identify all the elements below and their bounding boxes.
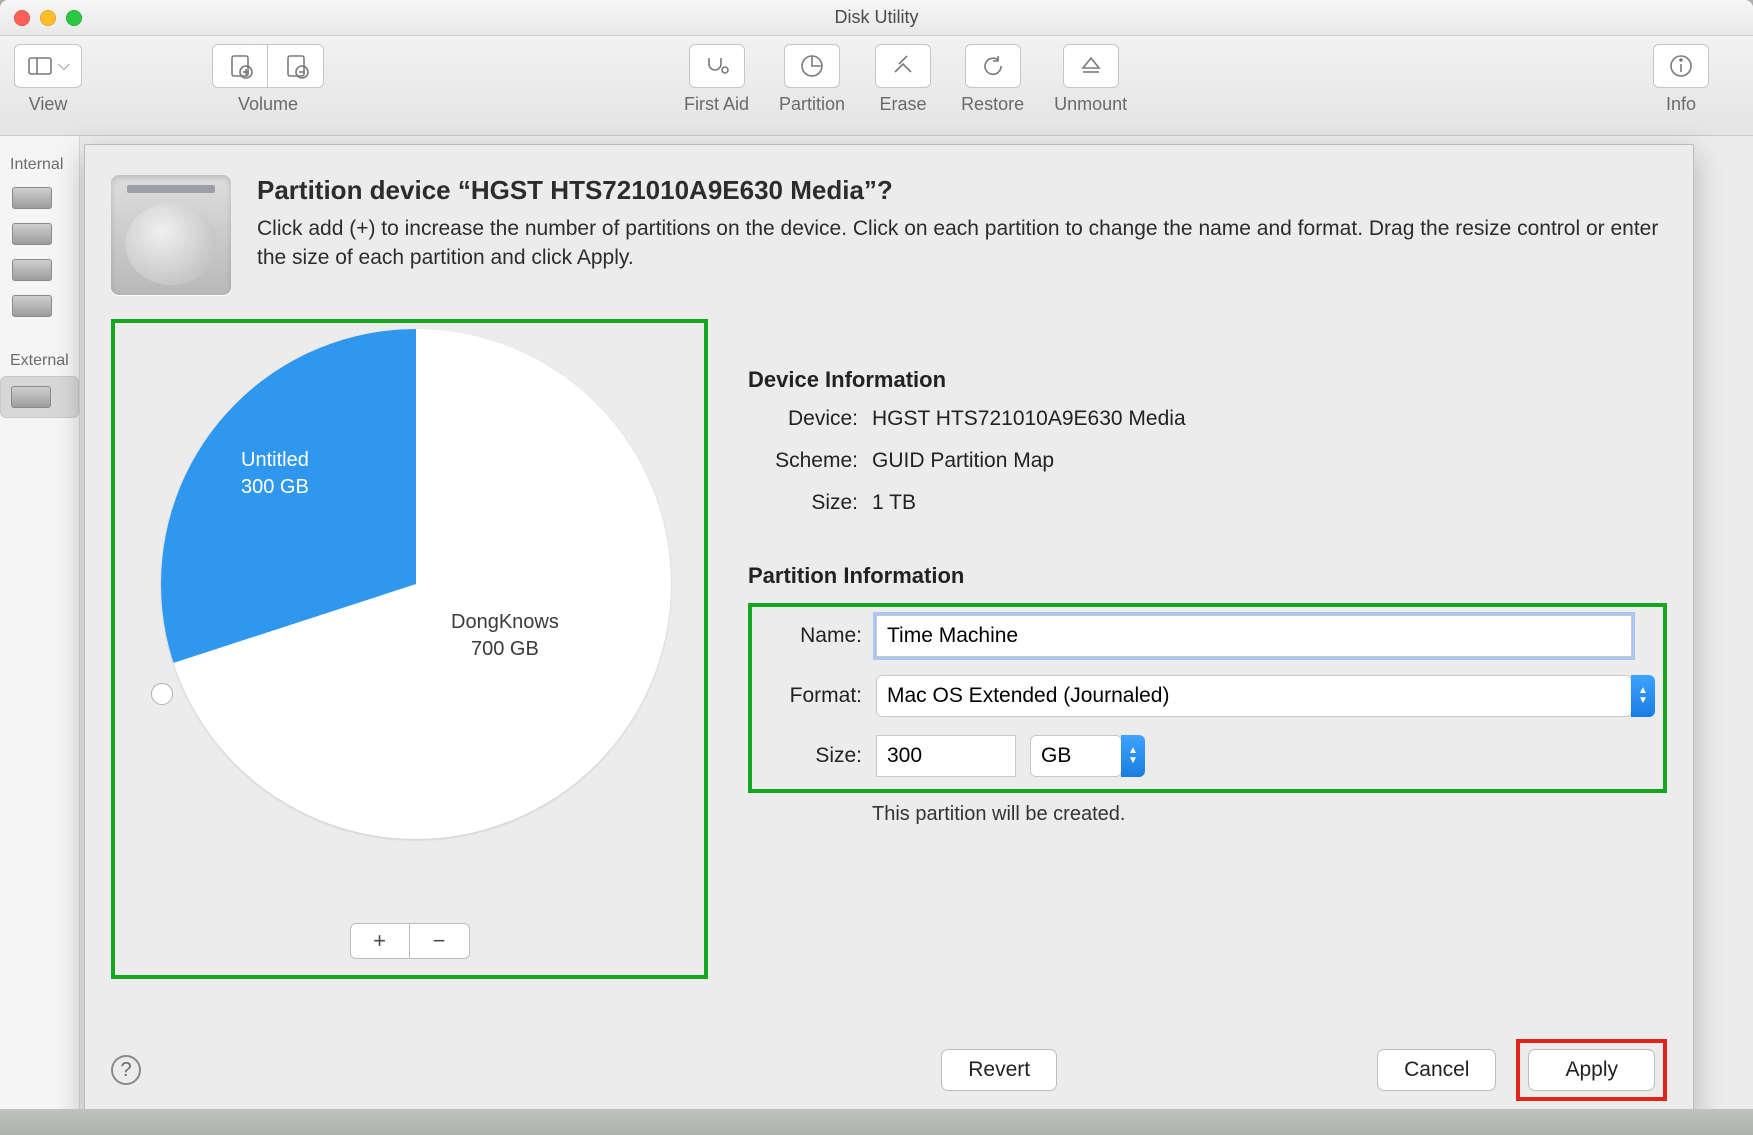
remove-partition-button[interactable]: − [410, 923, 470, 959]
pie-resize-handle[interactable] [151, 683, 173, 705]
chevron-updown-icon[interactable]: ▲▼ [1631, 675, 1655, 717]
sidebar-item-disk[interactable] [0, 252, 79, 288]
device-info-heading: Device Information [748, 367, 1667, 393]
sidebar-item-disk[interactable] [0, 288, 79, 324]
sidebar-item-disk[interactable] [0, 180, 79, 216]
disk-icon [12, 223, 52, 245]
info-label: Info [1666, 94, 1696, 115]
toolbar: ⌵ View Volume First Aid Partition [0, 36, 1753, 136]
window-title: Disk Utility [835, 7, 919, 28]
device-label: Device: [748, 407, 858, 431]
unmount-button[interactable] [1063, 44, 1119, 88]
titlebar: Disk Utility [0, 0, 1753, 36]
sidebar-item-disk[interactable] [0, 216, 79, 252]
format-value: Mac OS Extended (Journaled) [887, 684, 1169, 708]
partition-format-select[interactable]: Mac OS Extended (Journaled) [876, 675, 1632, 717]
desktop-background [0, 1109, 1753, 1135]
erase-button[interactable] [875, 44, 931, 88]
pie-icon [798, 52, 826, 80]
erase-icon [889, 52, 917, 80]
disk-utility-window: Disk Utility ⌵ View Volume [0, 0, 1753, 1135]
partition-pie[interactable]: Untitled300 GB DongKnows700 GB [161, 329, 671, 839]
hard-drive-icon [111, 175, 231, 295]
pie-label-untitled: Untitled300 GB [241, 447, 309, 501]
zoom-icon[interactable] [66, 10, 82, 26]
volume-remove-button[interactable] [268, 44, 324, 88]
info-icon [1667, 52, 1695, 80]
partition-sheet: Partition device “HGST HTS721010A9E630 M… [84, 144, 1694, 1124]
scheme-label: Scheme: [748, 449, 858, 473]
sheet-title: Partition device “HGST HTS721010A9E630 M… [257, 175, 1667, 206]
disk-icon [12, 187, 52, 209]
stethoscope-icon [703, 52, 731, 80]
info-button[interactable] [1653, 44, 1709, 88]
help-button[interactable]: ? [111, 1055, 141, 1085]
device-value: HGST HTS721010A9E630 Media [872, 407, 1186, 431]
sidebar-heading-internal: Internal [0, 148, 79, 180]
scheme-value: GUID Partition Map [872, 449, 1054, 473]
apply-highlight: Apply [1516, 1039, 1667, 1101]
unmount-label: Unmount [1054, 94, 1127, 115]
pie-label-dongknows: DongKnows700 GB [451, 609, 559, 663]
devsize-label: Size: [748, 491, 858, 515]
partition-button[interactable] [784, 44, 840, 88]
restore-button[interactable] [965, 44, 1021, 88]
sidebar-heading-external: External [0, 344, 79, 376]
partition-form-highlight: Name: Format: Mac OS Extended (Journaled… [748, 603, 1667, 793]
revert-button[interactable]: Revert [941, 1049, 1057, 1091]
partition-info-heading: Partition Information [748, 563, 1667, 589]
partition-pie-panel: Untitled300 GB DongKnows700 GB + − [111, 319, 708, 979]
disk-icon [12, 295, 52, 317]
restore-icon [979, 52, 1007, 80]
disk-icon [11, 386, 51, 408]
name-label: Name: [752, 624, 862, 648]
devsize-value: 1 TB [872, 491, 916, 515]
partition-size-input[interactable] [876, 735, 1016, 777]
sidebar: Internal External [0, 136, 80, 1135]
volume-label: Volume [238, 94, 298, 115]
partition-size-unit-select[interactable]: GB [1030, 735, 1122, 777]
partition-status-note: This partition will be created. [872, 803, 1667, 826]
close-icon[interactable] [14, 10, 30, 26]
sidebar-icon [26, 52, 54, 80]
sidebar-item-disk-selected[interactable] [0, 376, 79, 418]
restore-label: Restore [961, 94, 1024, 115]
partition-label: Partition [779, 94, 845, 115]
volume-remove-icon [282, 52, 310, 80]
cancel-button[interactable]: Cancel [1377, 1049, 1496, 1091]
partition-name-input[interactable] [876, 615, 1632, 657]
disk-icon [12, 259, 52, 281]
volume-add-icon [226, 52, 254, 80]
eject-icon [1077, 52, 1105, 80]
add-partition-button[interactable]: + [350, 923, 410, 959]
view-button[interactable]: ⌵ [14, 44, 82, 88]
size-label: Size: [752, 744, 862, 768]
volume-add-button[interactable] [212, 44, 268, 88]
sheet-description: Click add (+) to increase the number of … [257, 214, 1667, 273]
format-label: Format: [752, 684, 862, 708]
view-label: View [29, 94, 68, 115]
first-aid-label: First Aid [684, 94, 749, 115]
size-unit-value: GB [1041, 744, 1071, 768]
first-aid-button[interactable] [689, 44, 745, 88]
chevron-updown-icon[interactable]: ▲▼ [1121, 735, 1145, 777]
minimize-icon[interactable] [40, 10, 56, 26]
apply-button[interactable]: Apply [1528, 1049, 1655, 1091]
erase-label: Erase [880, 94, 927, 115]
